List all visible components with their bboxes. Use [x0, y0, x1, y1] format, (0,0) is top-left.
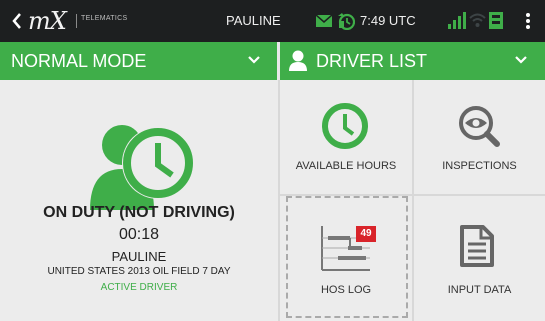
inspections-label: INSPECTIONS — [442, 160, 517, 172]
mode-label: NORMAL MODE — [11, 51, 147, 71]
driver-list-selector[interactable]: DRIVER LIST — [280, 42, 545, 80]
brand-subtitle: TELEMATICS — [81, 15, 128, 22]
input-data-label: INPUT DATA — [447, 284, 512, 296]
hos-log-badge: 49 — [356, 226, 376, 242]
wifi-icon — [469, 13, 486, 27]
current-user: PAULINE — [226, 13, 281, 28]
driver-on-duty-icon — [90, 125, 194, 210]
header-bar: NORMAL MODE DRIVER LIST — [0, 42, 545, 80]
alarm-icon — [338, 13, 355, 30]
driver-ruleset: UNITED STATES 2013 OIL FIELD 7 DAY — [47, 266, 231, 277]
hos-log-tile[interactable]: 49 HOS LOG — [280, 196, 412, 321]
available-hours-label: AVAILABLE HOURS — [295, 160, 397, 172]
back-arrow-icon[interactable] — [11, 12, 23, 30]
clock-icon — [322, 103, 368, 149]
logo-divider — [76, 14, 77, 28]
person-icon — [289, 50, 307, 71]
device-icon — [489, 12, 503, 29]
system-status-bar: mX TELEMATICS PAULINE 7:49 UTC — [0, 0, 545, 42]
duty-duration: 00:18 — [118, 226, 160, 243]
hos-log-label: HOS LOG — [320, 284, 372, 296]
clock-time: 7:49 UTC — [360, 13, 416, 28]
mail-icon — [316, 15, 332, 27]
eye-magnifier-icon — [459, 106, 500, 147]
driver-list-label: DRIVER LIST — [316, 51, 428, 71]
chevron-down-icon — [248, 56, 260, 64]
document-icon — [460, 225, 494, 267]
app-logo: mX — [28, 7, 67, 35]
mode-selector[interactable]: NORMAL MODE — [0, 42, 276, 80]
inspections-tile[interactable]: INSPECTIONS — [414, 80, 545, 194]
driver-role: ACTIVE DRIVER — [100, 282, 178, 293]
signal-icon — [448, 12, 466, 29]
duty-status: ON DUTY (NOT DRIVING) — [43, 204, 235, 221]
driver-name: PAULINE — [111, 249, 167, 264]
overflow-menu-icon[interactable] — [525, 12, 531, 30]
available-hours-tile[interactable]: AVAILABLE HOURS — [280, 80, 412, 194]
chevron-down-icon — [515, 56, 527, 64]
input-data-tile[interactable]: INPUT DATA — [414, 196, 545, 321]
